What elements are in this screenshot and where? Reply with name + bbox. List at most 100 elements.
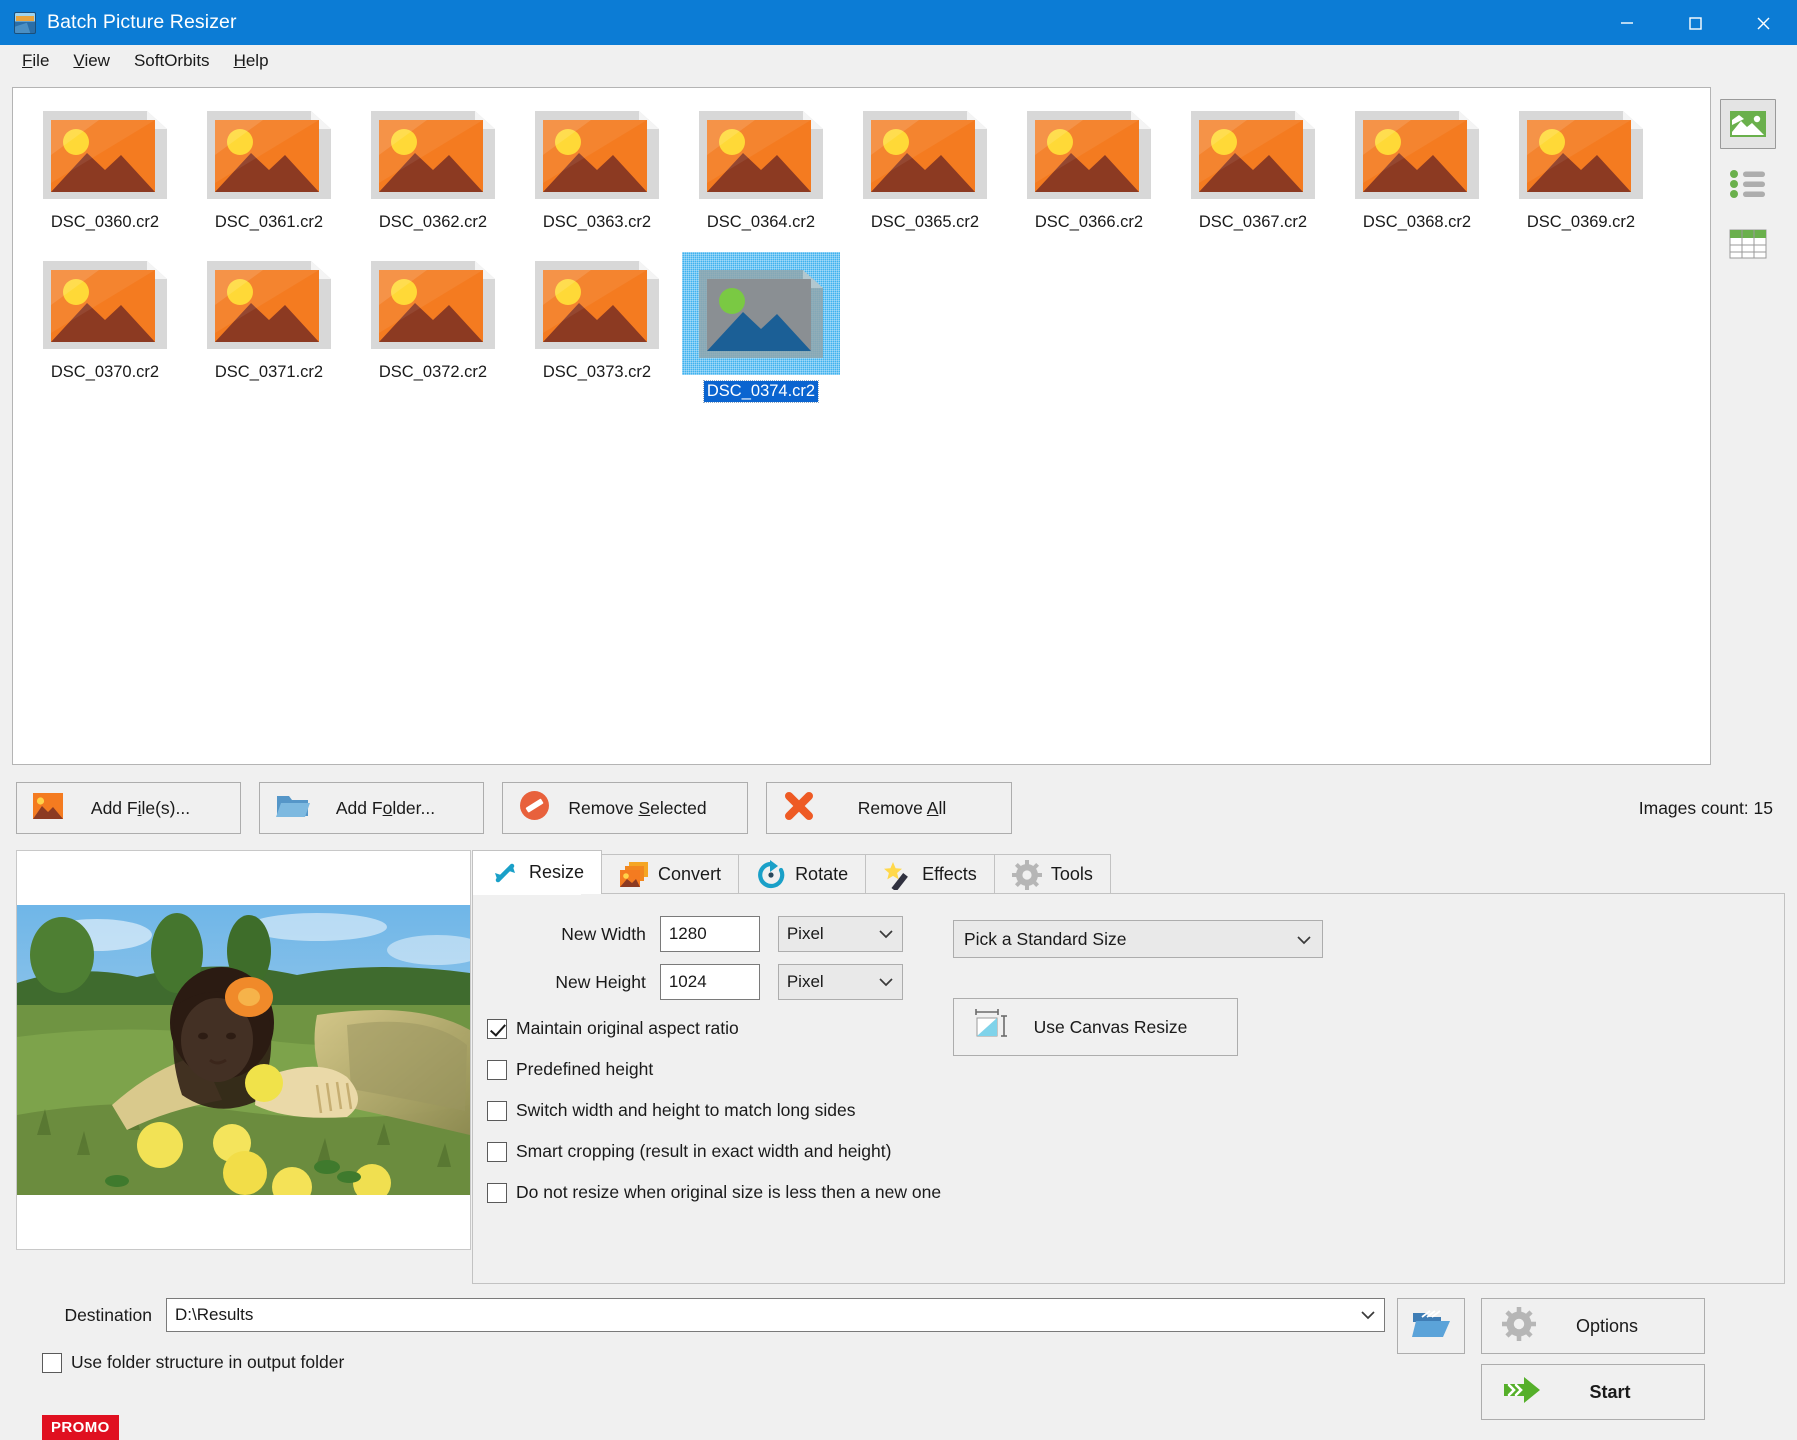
resize-form: New Width Pixel New Height [473, 916, 941, 1283]
thumbnail-filename: DSC_0361.cr2 [214, 213, 324, 231]
checkbox-box [487, 1018, 507, 1039]
thumbnail-item[interactable]: DSC_0361.cr2 [187, 102, 351, 252]
images-count-label: Images count: 15 [1638, 797, 1773, 818]
app-icon [14, 11, 36, 34]
use-canvas-resize-button[interactable]: Use Canvas Resize [953, 998, 1238, 1056]
tab-tools[interactable]: Tools [993, 854, 1111, 894]
use-folder-structure-checkbox[interactable]: Use folder structure in output folder [42, 1352, 1385, 1373]
checkbox-box [487, 1141, 507, 1162]
thumbnail-filename: DSC_0373.cr2 [542, 363, 652, 381]
thumbnail-filename: DSC_0370.cr2 [50, 363, 160, 381]
add-folder-label: Add Folder... [335, 797, 436, 818]
resize-tab-body: New Width Pixel New Height [472, 893, 1785, 1284]
chevron-down-icon [878, 972, 894, 992]
window-controls [1593, 0, 1797, 45]
open-folder-icon [1412, 1309, 1450, 1344]
thumbnail-item[interactable]: DSC_0368.cr2 [1335, 102, 1499, 252]
resize-checkbox-0[interactable]: Maintain original aspect ratio [487, 1018, 903, 1039]
image-file-icon [855, 102, 995, 207]
resize-checkbox-1[interactable]: Predefined height [487, 1059, 903, 1080]
checkbox-box [42, 1352, 62, 1373]
resize-checkbox-3[interactable]: Smart cropping (result in exact width an… [487, 1141, 903, 1162]
new-height-input[interactable] [659, 964, 760, 1000]
destination-combobox[interactable]: D:\Results [166, 1298, 1385, 1332]
thumbnail-item[interactable]: DSC_0370.cr2 [23, 252, 187, 402]
image-file-icon [35, 252, 175, 357]
minimize-button[interactable] [1593, 0, 1661, 45]
window-title: Batch Picture Resizer [47, 11, 237, 33]
remove-all-button[interactable]: Remove All [766, 782, 1012, 834]
tab-rotate[interactable]: Rotate [738, 854, 867, 894]
new-width-row: New Width Pixel [487, 916, 903, 952]
image-file-icon [527, 252, 667, 357]
red-x-icon [783, 790, 815, 827]
menu-view[interactable]: View [61, 47, 122, 75]
lower-panel: Resize Convert Rotate Effects Tools New … [0, 834, 1797, 1284]
thumbnail-item[interactable]: DSC_0372.cr2 [351, 252, 515, 402]
new-height-label: New Height [555, 971, 646, 992]
remove-selected-button[interactable]: Remove Selected [502, 782, 748, 834]
new-width-input[interactable] [659, 916, 760, 952]
magic-wand-icon [884, 861, 909, 890]
start-label: Start [1589, 1381, 1631, 1402]
promo-badge[interactable]: PROMO [42, 1415, 119, 1440]
thumbnail-item[interactable]: DSC_0373.cr2 [515, 252, 679, 402]
list-view-button[interactable] [1720, 159, 1776, 209]
thumbnail-item[interactable]: DSC_0360.cr2 [23, 102, 187, 252]
thumbnail-filename: DSC_0362.cr2 [378, 213, 488, 231]
no-entry-icon [519, 790, 550, 826]
preview-panel [16, 850, 471, 1250]
image-file-icon [35, 102, 175, 207]
table-grid-icon [1729, 229, 1767, 259]
tab-resize[interactable]: Resize [472, 850, 603, 894]
thumbnail-item[interactable]: DSC_0374.cr2 [679, 252, 843, 403]
start-button[interactable]: Start [1481, 1364, 1705, 1420]
menu-file[interactable]: File [10, 47, 61, 75]
new-width-unit-select[interactable]: Pixel [777, 916, 903, 952]
thumbnail-item[interactable]: DSC_0365.cr2 [843, 102, 1007, 252]
resize-checkbox-4[interactable]: Do not resize when original size is less… [487, 1182, 941, 1203]
thumbnail-filename: DSC_0374.cr2 [702, 380, 820, 403]
image-file-icon [1347, 102, 1487, 207]
thumbnail-item[interactable]: DSC_0364.cr2 [679, 102, 843, 252]
image-file-icon [1511, 102, 1651, 207]
new-width-label: New Width [561, 923, 646, 944]
options-button[interactable]: Options [1481, 1298, 1705, 1354]
maximize-button[interactable] [1661, 0, 1729, 45]
add-files-button[interactable]: Add File(s)... [16, 782, 241, 834]
thumbnail-item[interactable]: DSC_0362.cr2 [351, 102, 515, 252]
thumbnail-item[interactable]: DSC_0371.cr2 [187, 252, 351, 402]
thumbnail-item[interactable]: DSC_0369.cr2 [1499, 102, 1663, 252]
add-folder-button[interactable]: Add Folder... [259, 782, 484, 834]
thumbnail-filename: DSC_0372.cr2 [378, 363, 488, 381]
tab-effects[interactable]: Effects [865, 854, 995, 894]
image-file-icon [363, 252, 503, 357]
thumbnail-item[interactable]: DSC_0366.cr2 [1007, 102, 1171, 252]
green-arrow-icon [1502, 1375, 1542, 1410]
new-height-row: New Height Pixel [487, 964, 903, 1000]
resize-checkbox-label: Maintain original aspect ratio [516, 1018, 739, 1038]
preview-image [17, 905, 470, 1195]
checkbox-box [487, 1059, 507, 1080]
details-view-button[interactable] [1720, 219, 1776, 269]
standard-size-select[interactable]: Pick a Standard Size [953, 920, 1323, 958]
chevron-down-icon [1360, 1305, 1376, 1325]
browse-folder-button[interactable] [1397, 1298, 1465, 1354]
file-list-panel[interactable]: DSC_0360.cr2 DSC_0361.cr2 DSC_0362.cr2 D… [12, 87, 1711, 765]
close-button[interactable] [1729, 0, 1797, 45]
thumbnail-item[interactable]: DSC_0367.cr2 [1171, 102, 1335, 252]
destination-value: D:\Results [175, 1305, 254, 1324]
thumbnail-view-button[interactable] [1720, 99, 1776, 149]
new-height-unit-select[interactable]: Pixel [777, 964, 903, 1000]
destination-area: Destination D:\Results Use folder struct… [0, 1284, 1797, 1440]
resize-form-right: Pick a Standard Size Use Canvas Resize [903, 916, 1784, 1283]
thumbnail-item[interactable]: DSC_0363.cr2 [515, 102, 679, 252]
resize-checkbox-2[interactable]: Switch width and height to match long si… [487, 1100, 903, 1121]
tab-convert[interactable]: Convert [601, 854, 740, 894]
menu-softorbits[interactable]: SoftOrbits [122, 47, 222, 75]
chevron-down-icon [878, 924, 894, 944]
image-file-icon-selected [682, 252, 840, 375]
menu-help[interactable]: Help [222, 47, 281, 75]
thumbnail-filename: DSC_0366.cr2 [1034, 213, 1144, 231]
resize-checkbox-label: Smart cropping (result in exact width an… [516, 1141, 892, 1161]
